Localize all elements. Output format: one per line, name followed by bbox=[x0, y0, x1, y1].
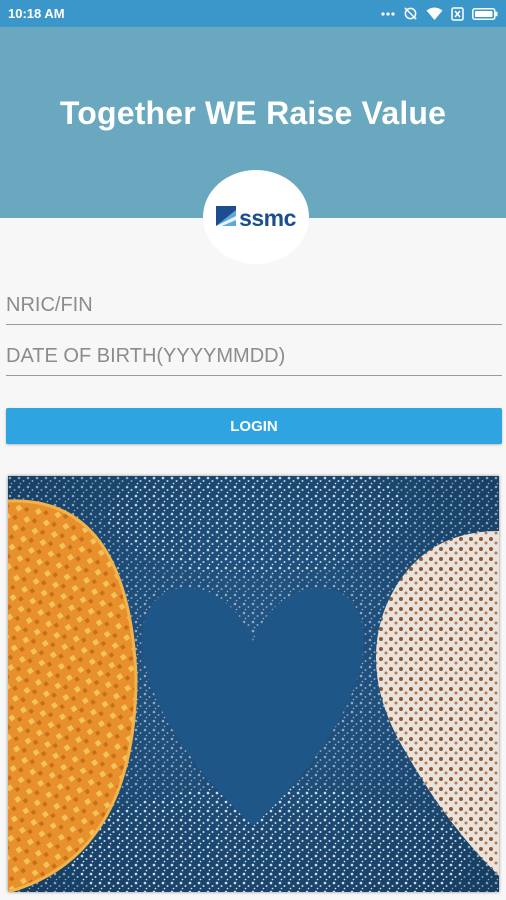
nric-input[interactable] bbox=[6, 289, 502, 325]
header-title: Together WE Raise Value bbox=[59, 95, 447, 131]
dots-icon bbox=[381, 11, 395, 16]
status-bar: 10:18 AM bbox=[0, 0, 506, 27]
status-time: 10:18 AM bbox=[8, 6, 65, 21]
sync-off-icon bbox=[403, 6, 418, 21]
company-logo: ssmc bbox=[203, 170, 309, 264]
battery-icon bbox=[472, 7, 498, 20]
wifi-icon bbox=[426, 7, 443, 20]
promo-image bbox=[8, 476, 499, 892]
logo-mark-icon bbox=[216, 205, 237, 231]
sim-icon bbox=[451, 6, 464, 21]
heart-sugar-photo bbox=[8, 476, 499, 892]
status-icons bbox=[381, 6, 498, 21]
logo-text: ssmc bbox=[239, 204, 296, 231]
login-button[interactable]: LOGIN bbox=[6, 408, 502, 444]
logo-content: ssmc bbox=[216, 205, 296, 232]
date-of-birth-input[interactable] bbox=[6, 340, 502, 376]
